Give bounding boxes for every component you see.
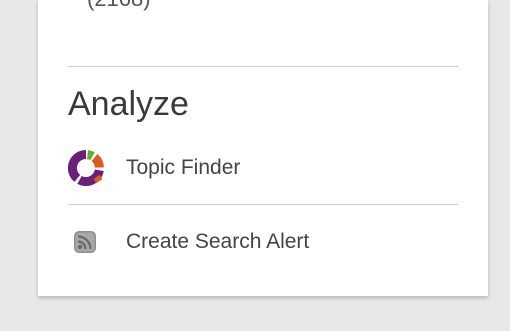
analyze-panel: (2168) Analyze Topic Finder Create Searc… xyxy=(38,0,488,296)
topic-finder-label: Topic Finder xyxy=(126,156,241,179)
topic-finder-link[interactable]: Topic Finder xyxy=(68,148,240,188)
topic-finder-icon xyxy=(68,150,104,186)
truncated-count-text: (2168) xyxy=(87,0,151,12)
section-divider-top xyxy=(68,66,458,67)
create-search-alert-label: Create Search Alert xyxy=(126,230,310,253)
create-search-alert-link[interactable]: Create Search Alert xyxy=(68,226,309,258)
section-divider-bottom xyxy=(68,204,458,205)
section-title: Analyze xyxy=(68,85,189,123)
rss-feed-icon xyxy=(74,231,96,253)
